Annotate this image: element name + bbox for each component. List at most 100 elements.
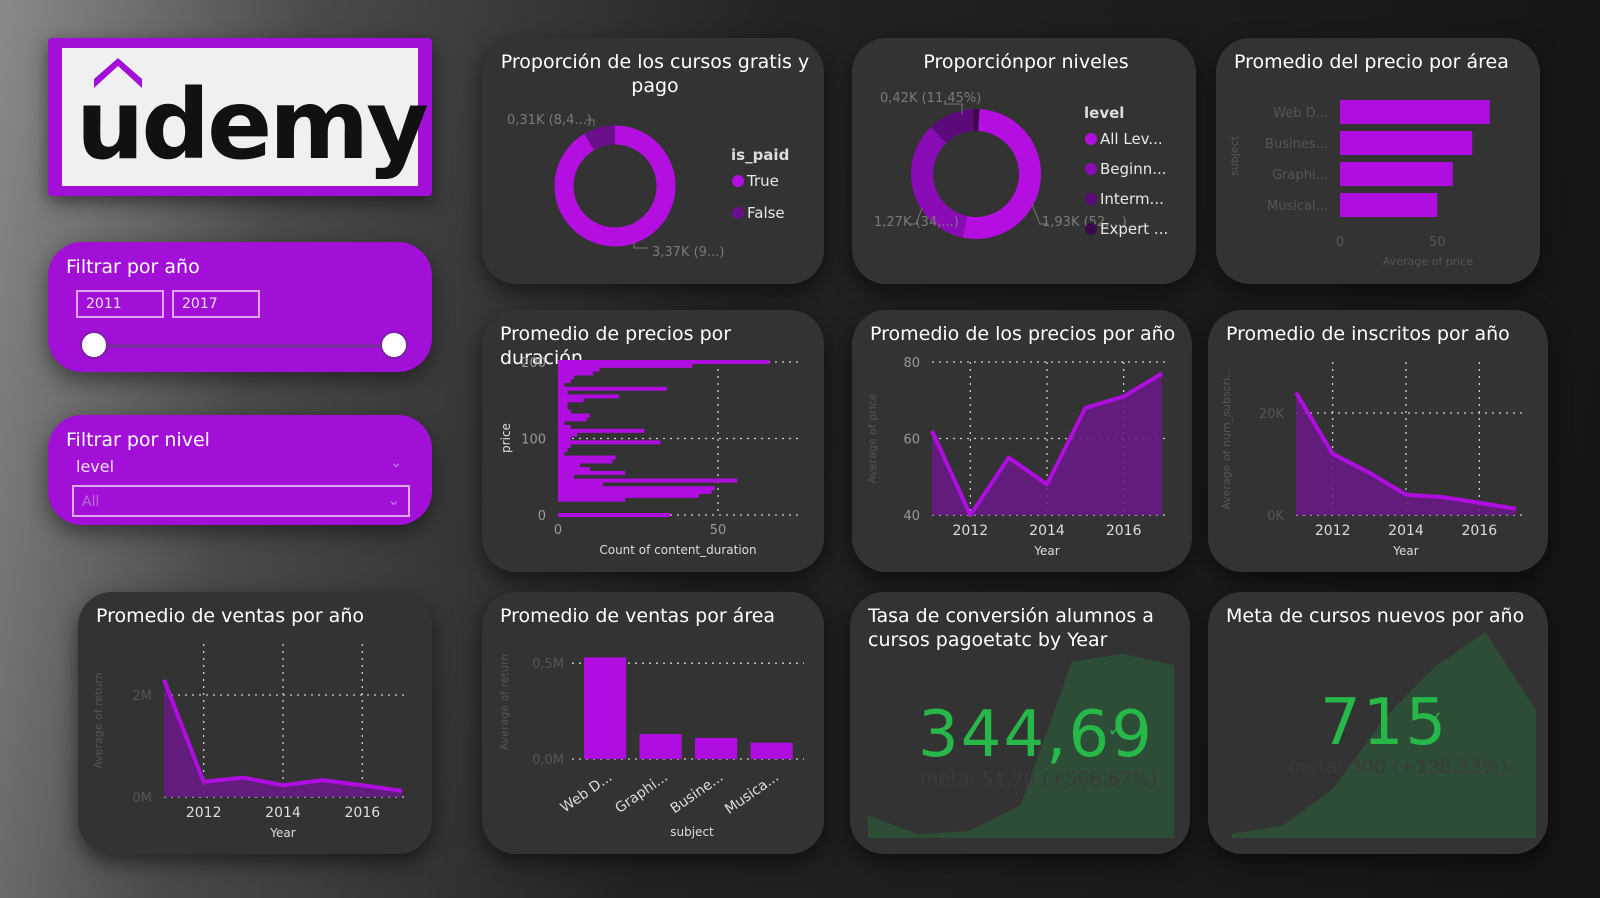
price-duration-bar-2 [558, 363, 693, 368]
level-ratio-legend-marker-3 [1085, 193, 1097, 205]
sales-area-ytick-2: 0,5M [532, 657, 564, 672]
price-duration-bar-37 [558, 497, 626, 502]
price-duration-bar-29 [558, 467, 590, 472]
price-duration-ytick-3: 200 [521, 356, 546, 371]
price-duration-bar-12 [558, 402, 568, 407]
price-duration-bar-20 [558, 432, 578, 437]
sales-year-ylabel: Average of return [92, 672, 105, 768]
chevron-down-icon[interactable]: ⌄ [390, 455, 402, 471]
sales-year-xlabel: Year [269, 826, 295, 840]
price-duration-bar-28 [558, 463, 581, 468]
price-duration-xtick-1: 0 [554, 523, 562, 538]
price-duration-bar-35 [558, 490, 712, 495]
sales-area-bar-chart: 0,0M 0,5M Web D...Graphi...Busine...Musica… [498, 654, 804, 839]
level-ratio-legend-marker-2 [1085, 163, 1097, 175]
subscribers-year-card: Promedio de inscritos por año 0K 20K 2012 2… [1208, 310, 1548, 572]
price-area-xtick-1: 0 [1336, 235, 1344, 250]
sales-area-xlabel: subject [670, 825, 714, 839]
level-ratio-slice-3 [931, 109, 975, 144]
chevron-down-icon: ⌄ [387, 491, 400, 509]
level-ratio-legend-marker-1 [1085, 133, 1097, 145]
price-duration-bar-chart: 0 100 200 0 50 Count of content_duration price [499, 356, 798, 557]
level-ratio-legend-label-1: All Lev... [1100, 130, 1163, 148]
check-icon: ✓ [1108, 720, 1124, 741]
sales-area-bar-1 [584, 657, 627, 759]
subscribers-year-ytick-2: 20K [1259, 407, 1285, 422]
price-area-category-2: Busines... [1265, 137, 1328, 152]
price-duration-ytick-2: 100 [521, 433, 546, 448]
level-filter-panel: Filtrar por nivel level ⌄ All ⌄ [48, 415, 432, 525]
subscribers-year-xtick-3: 2016 [1462, 523, 1498, 539]
price-duration-bar-30 [558, 470, 626, 475]
price-duration-xtick-2: 50 [710, 523, 727, 538]
subscribers-year-ytick-1: 0K [1267, 509, 1284, 524]
price-year-ytick-3: 80 [903, 356, 920, 371]
paid-ratio-slice-1 [554, 125, 676, 247]
level-dropdown-value: All [82, 494, 100, 510]
subscribers-year-xtick-2: 2014 [1388, 523, 1424, 539]
price-area-ylabel: subject [1228, 135, 1241, 176]
year-filter-title: Filtrar por año [66, 256, 200, 278]
year-slider-start-handle[interactable] [80, 331, 108, 359]
price-area-xtick-2: 50 [1429, 235, 1446, 250]
level-dropdown[interactable]: All ⌄ [72, 485, 410, 517]
year-filter-panel: Filtrar por año [48, 242, 432, 372]
level-ratio-legend-label-4: Expert ... [1100, 220, 1168, 238]
price-duration-bar-31 [558, 474, 574, 479]
price-duration-bar-32 [558, 478, 738, 483]
price-year-xtick-3: 2016 [1106, 523, 1142, 539]
sales-year-xtick-1: 2012 [186, 805, 222, 821]
price-duration-bar-26 [558, 455, 616, 460]
paid-ratio-slice-2 [584, 125, 616, 151]
level-ratio-slice-1 [962, 109, 1041, 239]
level-ratio-legend-title: level [1084, 104, 1124, 122]
price-duration-bar-4 [558, 371, 594, 376]
sales-year-ytick-1: 0M [133, 791, 153, 806]
year-slider-track[interactable] [94, 344, 396, 348]
price-duration-bar-38 [558, 513, 670, 517]
price-area-bar-1 [1340, 100, 1490, 124]
price-duration-bar-9 [558, 390, 568, 395]
paid-ratio-data-label-1: 3,37K (9...) [652, 245, 724, 260]
price-duration-bar-10 [558, 394, 619, 399]
sales-area-bar-4 [750, 742, 793, 759]
price-duration-ylabel: price [499, 423, 513, 453]
paid-ratio-legend-marker-1 [732, 175, 744, 187]
udemy-logo-mark: udemy [76, 58, 430, 181]
level-ratio-legend-label-3: Interm... [1100, 190, 1164, 208]
new-courses-kpi-title: Meta de cursos nuevos por año [1226, 605, 1525, 627]
paid-ratio-legend-label-1: True [746, 172, 779, 190]
price-area-bar-2 [1340, 131, 1473, 155]
price-duration-bar-36 [558, 493, 699, 498]
price-duration-bar-15 [558, 413, 590, 418]
sales-area-ylabel: Average of return [498, 654, 511, 750]
price-area-bar-chart: Web D... Busines... Graphi... Musical... 0 50… [1228, 100, 1490, 268]
year-from-input[interactable] [76, 290, 164, 318]
new-courses-kpi-goal: meta: 300 (+138.33%) [1288, 756, 1508, 778]
price-duration-bar-22 [558, 440, 661, 445]
price-year-xtick-1: 2012 [953, 523, 989, 539]
conversion-kpi-card: Tasa de conversión alumnos a cursos pago… [850, 592, 1190, 854]
subscribers-year-xlabel: Year [1392, 544, 1418, 558]
price-year-xtick-2: 2014 [1029, 523, 1065, 539]
sales-area-bar-2 [639, 734, 682, 759]
price-duration-bar-21 [558, 436, 571, 441]
sales-area-category-2: Graphi... [612, 769, 670, 817]
paid-ratio-donut-chart: 3,37K (9...) 0,31K (8,4...) is_paid True Fal… [507, 113, 789, 260]
price-area-category-4: Musical... [1267, 199, 1328, 214]
price-duration-bar-24 [558, 447, 568, 452]
sales-area-bar-3 [695, 737, 738, 759]
price-duration-bar-14 [558, 409, 571, 414]
price-year-ytick-2: 60 [903, 433, 920, 448]
conversion-kpi-goal: meta: 51,70 (+566.67%) [920, 768, 1158, 790]
sales-area-ytick-1: 0,0M [532, 753, 564, 768]
year-slider-end-handle[interactable] [380, 331, 408, 359]
level-ratio-legend-marker-4 [1085, 223, 1097, 235]
paid-ratio-legend-label-2: False [747, 204, 785, 222]
price-duration-bar-16 [558, 417, 587, 422]
price-area-bar-4 [1340, 193, 1438, 217]
price-area-card: Promedio del precio por área Web D... Bus… [1216, 38, 1540, 284]
level-ratio-donut-chart: 1,93K (52,...)1,27K (34,...)0,42K (11,45… [874, 91, 1168, 239]
paid-ratio-legend-marker-2 [732, 207, 744, 219]
year-to-input[interactable] [172, 290, 260, 318]
